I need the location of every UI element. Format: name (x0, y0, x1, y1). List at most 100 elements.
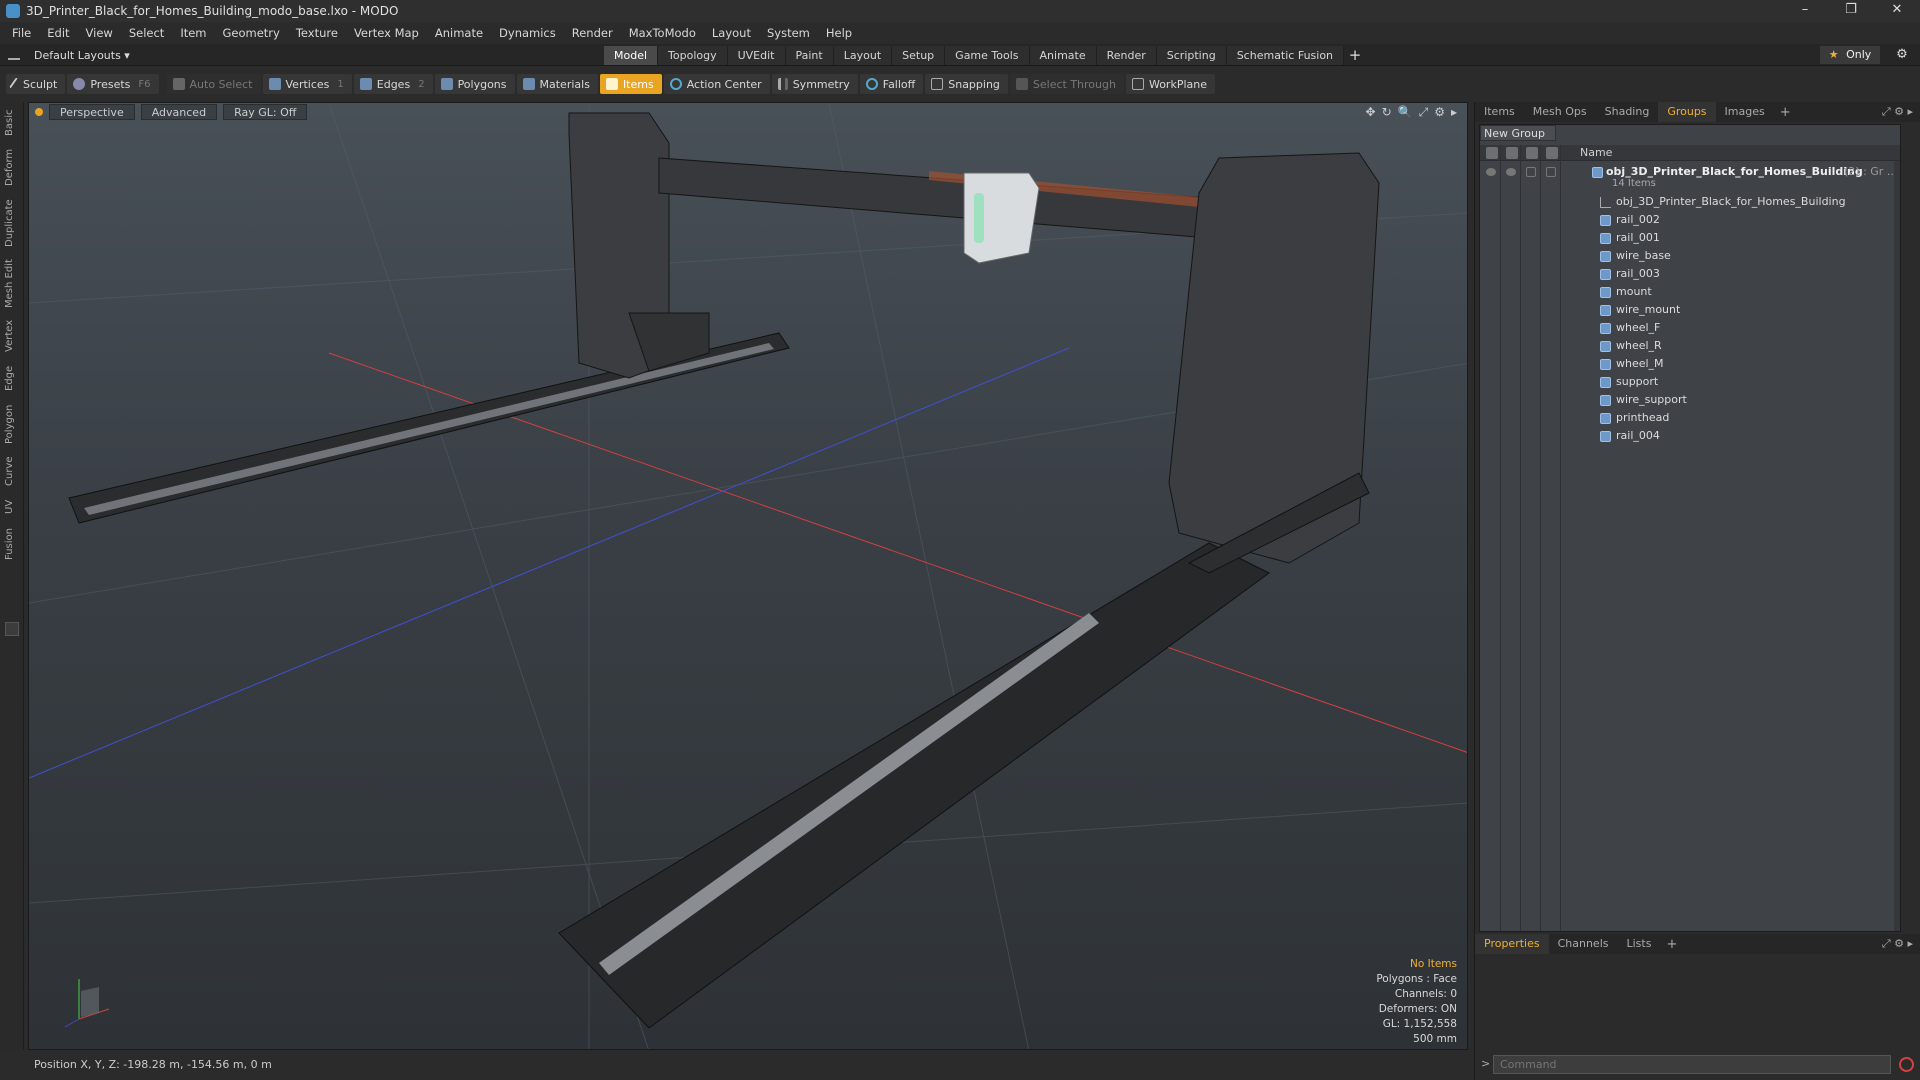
tab-items[interactable]: Items (1475, 102, 1524, 122)
menu-animate[interactable]: Animate (427, 26, 491, 40)
list-item[interactable]: wire_mount (1480, 301, 1900, 319)
stop-icon[interactable] (1899, 1057, 1914, 1072)
tab-duplicate[interactable]: Duplicate (4, 194, 20, 252)
add-panel-tab-button[interactable]: + (1774, 105, 1797, 120)
tab-animate[interactable]: Animate (1029, 46, 1097, 65)
list-item[interactable]: wire_base (1480, 247, 1900, 265)
menu-file[interactable]: File (4, 26, 39, 40)
symmetry-button[interactable]: Symmetry (771, 74, 858, 94)
tab-scripting[interactable]: Scripting (1156, 46, 1227, 65)
tab-properties[interactable]: Properties (1475, 934, 1549, 954)
raygl-button[interactable]: Ray GL: Off (223, 104, 308, 120)
tab-polygon[interactable]: Polygon (4, 400, 20, 448)
restore-button[interactable]: ❐ (1828, 0, 1874, 22)
tab-uv[interactable]: UV (4, 494, 20, 520)
palette-toggle-button[interactable] (5, 622, 19, 636)
menu-geometry[interactable]: Geometry (215, 26, 288, 40)
lock-column-icon[interactable] (1526, 147, 1538, 159)
menu-select[interactable]: Select (121, 26, 172, 40)
layouts-dropdown[interactable]: Default Layouts ▾ (8, 46, 130, 64)
render-icon[interactable] (1506, 168, 1516, 176)
groups-scrollbar[interactable] (1894, 161, 1900, 931)
menu-vertex-map[interactable]: Vertex Map (346, 26, 427, 40)
close-button[interactable]: ✕ (1874, 0, 1920, 22)
pan-icon[interactable]: ✥ (1366, 105, 1376, 120)
presets-button[interactable]: Presets F6 (67, 74, 159, 94)
panel-expand-icon[interactable]: ⤢ ⚙ ▸ (1882, 105, 1913, 119)
list-item[interactable]: rail_002 (1480, 211, 1900, 229)
list-item[interactable]: mount (1480, 283, 1900, 301)
polygons-button[interactable]: Polygons (434, 74, 515, 94)
minimize-button[interactable]: – (1782, 0, 1828, 22)
tab-mesh-edit[interactable]: Mesh Edit (4, 256, 20, 312)
tab-lists[interactable]: Lists (1618, 934, 1661, 954)
list-item[interactable]: printhead (1480, 409, 1900, 427)
select-through-button[interactable]: Select Through (1009, 74, 1124, 94)
list-item[interactable]: wheel_R (1480, 337, 1900, 355)
menu-dynamics[interactable]: Dynamics (491, 26, 564, 40)
only-toggle[interactable]: ★ Only (1820, 46, 1880, 64)
list-item[interactable]: wheel_F (1480, 319, 1900, 337)
add-properties-tab-button[interactable]: + (1660, 937, 1683, 952)
menu-render[interactable]: Render (564, 26, 621, 40)
tab-game-tools[interactable]: Game Tools (945, 46, 1030, 65)
new-group-button[interactable]: New Group (1480, 125, 1556, 141)
tab-uvedit[interactable]: UVEdit (727, 46, 786, 65)
list-item[interactable]: obj_3D_Printer_Black_for_Homes_Building (1480, 193, 1900, 211)
add-tab-button[interactable]: + (1344, 46, 1366, 65)
tab-paint[interactable]: Paint (785, 46, 834, 65)
viewport-menu-dot[interactable] (35, 108, 43, 116)
list-item[interactable]: wire_support (1480, 391, 1900, 409)
items-button[interactable]: Items (599, 74, 662, 94)
select-column-icon[interactable] (1546, 147, 1558, 159)
list-item[interactable]: rail_004 (1480, 427, 1900, 445)
rotate-icon[interactable]: ↻ (1382, 105, 1392, 120)
menu-texture[interactable]: Texture (288, 26, 346, 40)
visibility-column-icon[interactable] (1486, 147, 1498, 159)
sculpt-button[interactable]: Sculpt (6, 74, 66, 94)
list-item[interactable]: wheel_M (1480, 355, 1900, 373)
tab-channels[interactable]: Channels (1549, 934, 1618, 954)
properties-expand-icon[interactable]: ⤢ ⚙ ▸ (1882, 937, 1913, 951)
tab-layout[interactable]: Layout (833, 46, 893, 65)
viewport-settings-icon[interactable]: ⚙ (1434, 105, 1445, 120)
tab-mesh-ops[interactable]: Mesh Ops (1524, 102, 1596, 122)
command-input[interactable] (1493, 1055, 1891, 1074)
tab-fusion[interactable]: Fusion (4, 524, 20, 564)
tab-edge[interactable]: Edge (4, 360, 20, 396)
maximize-icon[interactable]: ⤢ (1419, 105, 1429, 120)
tab-topology[interactable]: Topology (658, 46, 728, 65)
tab-vertex[interactable]: Vertex (4, 316, 20, 356)
tab-model[interactable]: Model (604, 46, 659, 65)
falloff-button[interactable]: Falloff (859, 74, 924, 94)
shading-button[interactable]: Advanced (140, 104, 218, 120)
tab-basic[interactable]: Basic (4, 106, 20, 140)
tab-render[interactable]: Render (1096, 46, 1157, 65)
menu-layout[interactable]: Layout (704, 26, 759, 40)
lock-checkbox[interactable] (1526, 167, 1536, 177)
menu-system[interactable]: System (759, 26, 818, 40)
tab-setup[interactable]: Setup (892, 46, 946, 65)
workplane-button[interactable]: WorkPlane (1125, 74, 1215, 94)
menu-item[interactable]: Item (172, 26, 214, 40)
tab-groups[interactable]: Groups (1658, 102, 1716, 122)
zoom-icon[interactable]: 🔍 (1398, 105, 1413, 120)
view-mode-button[interactable]: Perspective (49, 104, 135, 120)
menu-maxtomodo[interactable]: MaxToModo (621, 26, 704, 40)
3d-viewport[interactable]: Perspective Advanced Ray GL: Off ✥ ↻ 🔍 ⤢… (28, 102, 1468, 1050)
materials-button[interactable]: Materials (516, 74, 598, 94)
list-item[interactable]: rail_001 (1480, 229, 1900, 247)
tab-images[interactable]: Images (1716, 102, 1774, 122)
menu-edit[interactable]: Edit (39, 26, 77, 40)
eye-icon[interactable] (1486, 168, 1496, 176)
tab-shading[interactable]: Shading (1596, 102, 1659, 122)
auto-select-button[interactable]: Auto Select (166, 74, 261, 94)
vertices-button[interactable]: Vertices 1 (262, 74, 352, 94)
edges-button[interactable]: Edges 2 (353, 74, 433, 94)
tab-curve[interactable]: Curve (4, 452, 20, 490)
gear-icon[interactable]: ⚙ (1892, 46, 1912, 64)
action-center-button[interactable]: Action Center (663, 74, 770, 94)
render-column-icon[interactable] (1506, 147, 1518, 159)
viewport-expand-icon[interactable]: ▸ (1451, 105, 1457, 120)
menu-view[interactable]: View (78, 26, 121, 40)
